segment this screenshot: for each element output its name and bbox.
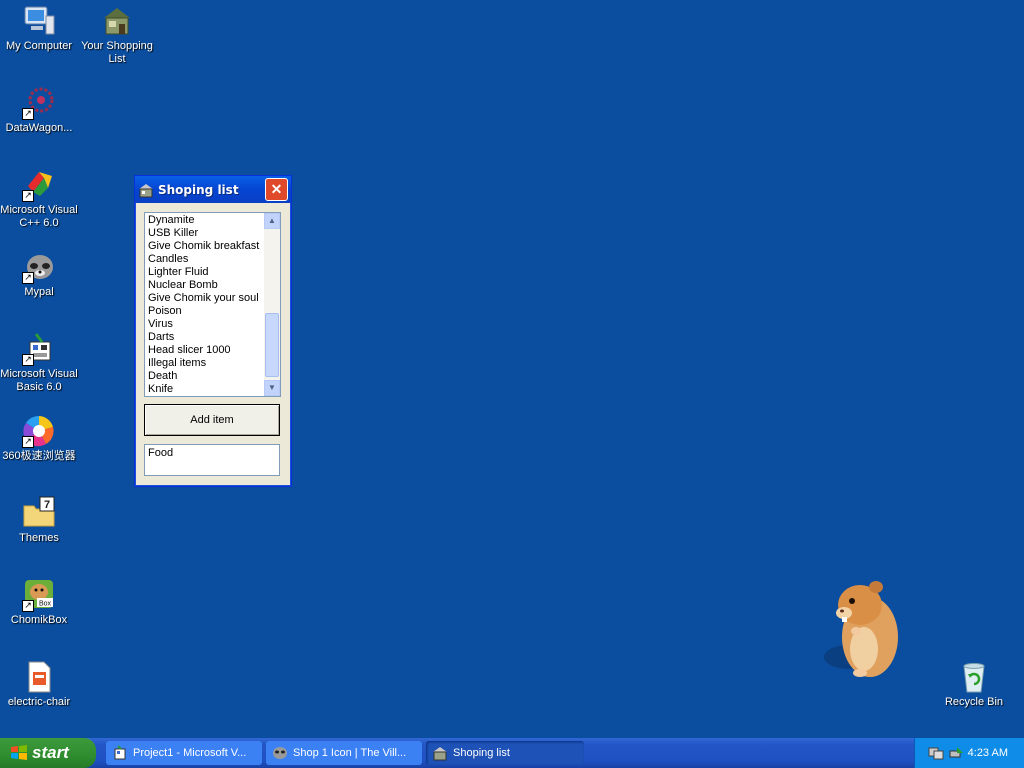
shortcut-arrow-icon: ↗ — [22, 600, 34, 612]
list-item[interactable]: Give Chomik breakfast — [148, 240, 262, 253]
desktop-icon-datawagon[interactable]: ↗ DataWagon... — [0, 86, 78, 135]
desktop-icon-label: Microsoft Visual C++ 6.0 — [0, 204, 78, 229]
shopping-list-items: Dynamite USB Killer Give Chomik breakfas… — [145, 213, 262, 396]
browser-360-icon: ↗ — [22, 414, 56, 448]
taskbar-item-label: Project1 - Microsoft V... — [133, 747, 247, 759]
visual-basic-icon: ↗ — [22, 332, 56, 366]
desktop-icon-my-computer[interactable]: My Computer — [0, 4, 78, 53]
shortcut-arrow-icon: ↗ — [22, 108, 34, 120]
desktop-icon-visual-basic[interactable]: ↗ Microsoft Visual Basic 6.0 — [0, 332, 78, 394]
taskbar-item-label: Shop 1 Icon | The Vill... — [293, 747, 407, 759]
window-titlebar[interactable]: Shoping list ✕ — [135, 176, 291, 203]
taskbar: start Project1 - Microsoft V... Shop 1 I… — [0, 738, 1024, 768]
shopping-list-window: Shoping list ✕ Dynamite USB Killer Give … — [134, 175, 292, 487]
recycle-bin-icon — [957, 660, 991, 694]
svg-text:7: 7 — [44, 499, 50, 511]
desktop-icon-chomikbox[interactable]: Box ↗ ChomikBox — [0, 578, 78, 627]
desktop-icon-electric-chair[interactable]: electric-chair — [0, 660, 78, 709]
list-item[interactable]: Darts — [148, 331, 262, 344]
window-title: Shoping list — [158, 182, 239, 197]
taskbar-item-shop-icon[interactable]: Shop 1 Icon | The Vill... — [266, 741, 422, 765]
app-icon — [138, 182, 154, 198]
vb-project-icon — [112, 745, 128, 761]
listbox-scrollbar[interactable]: ▲ ▼ — [264, 213, 280, 396]
visual-cpp-icon: ↗ — [22, 168, 56, 202]
clock[interactable]: 4:23 AM — [968, 747, 1008, 759]
desktop-icon-label: Themes — [19, 532, 59, 544]
scroll-down-button[interactable]: ▼ — [264, 380, 280, 396]
shop-icon — [432, 745, 448, 761]
shopping-listbox[interactable]: Dynamite USB Killer Give Chomik breakfas… — [144, 212, 281, 397]
raccoon-icon — [272, 745, 288, 761]
close-button[interactable]: ✕ — [265, 178, 288, 201]
shortcut-arrow-icon: ↗ — [22, 272, 34, 284]
taskbar-item-project1[interactable]: Project1 - Microsoft V... — [106, 741, 262, 765]
tray-network-icon[interactable] — [928, 745, 944, 761]
svg-text:Box: Box — [39, 601, 52, 608]
desktop-icon-label: ChomikBox — [10, 614, 68, 626]
desktop-icon-label: electric-chair — [7, 696, 71, 708]
start-button[interactable]: start — [0, 738, 96, 768]
desktop-icon-label: Mypal — [24, 286, 54, 298]
desktop-icon-your-shopping-list[interactable]: Your Shopping List — [78, 4, 156, 66]
shortcut-arrow-icon: ↗ — [22, 190, 34, 202]
list-item[interactable]: Knife — [148, 383, 262, 396]
tray-safely-remove-icon[interactable] — [948, 745, 964, 761]
list-item[interactable]: Virus — [148, 318, 262, 331]
desktop-icon-label: Your Shopping List — [81, 40, 153, 65]
list-item[interactable]: Candles — [148, 253, 262, 266]
taskbar-item-label: Shoping list — [453, 747, 510, 759]
list-item[interactable]: Dynamite — [148, 214, 262, 227]
shortcut-arrow-icon: ↗ — [22, 436, 34, 448]
desktop-icon-label: Microsoft Visual Basic 6.0 — [0, 368, 78, 393]
desktop-icon-themes[interactable]: 7 Themes — [0, 496, 78, 545]
windows-logo-icon — [10, 744, 28, 762]
scroll-up-button[interactable]: ▲ — [264, 213, 280, 229]
chomikbox-icon: Box ↗ — [22, 578, 56, 612]
desktop-icon-mypal[interactable]: ↗ Mypal — [0, 250, 78, 299]
system-tray: 4:23 AM — [914, 738, 1024, 768]
list-item[interactable]: Give Chomik your soul — [148, 292, 262, 305]
desktop-icon-visual-cpp[interactable]: ↗ Microsoft Visual C++ 6.0 — [0, 168, 78, 230]
computer-icon — [22, 4, 56, 38]
list-item[interactable]: Poison — [148, 305, 262, 318]
list-item[interactable]: Illegal items — [148, 357, 262, 370]
desktop-icon-label: 360极速浏览器 — [2, 450, 76, 462]
file-icon — [22, 660, 56, 694]
taskbar-item-shoping-list[interactable]: Shoping list — [426, 741, 584, 765]
list-item[interactable]: Lighter Fluid — [148, 266, 262, 279]
scroll-thumb[interactable] — [265, 313, 279, 377]
list-item[interactable]: Death — [148, 370, 262, 383]
datawagon-icon: ↗ — [22, 86, 56, 120]
list-item[interactable]: Nuclear Bomb — [148, 279, 262, 292]
desktop-icon-360-browser[interactable]: ↗ 360极速浏览器 — [0, 414, 78, 463]
desktop-icon-label: My Computer — [5, 40, 73, 52]
list-item[interactable]: USB Killer — [148, 227, 262, 240]
item-input[interactable]: Food — [144, 444, 280, 476]
add-item-button[interactable]: Add item — [144, 404, 280, 436]
start-label: start — [32, 743, 69, 762]
raccoon-icon: ↗ — [22, 250, 56, 284]
desktop-icon-label: Recycle Bin — [944, 696, 1004, 708]
folder-icon: 7 — [22, 496, 56, 530]
hamster-desktop-pet[interactable] — [818, 575, 904, 683]
desktop-icon-label: DataWagon... — [5, 122, 73, 134]
list-item[interactable]: Head slicer 1000 — [148, 344, 262, 357]
desktop-icon-recycle-bin[interactable]: Recycle Bin — [935, 660, 1013, 709]
shortcut-arrow-icon: ↗ — [22, 354, 34, 366]
shop-icon — [100, 4, 134, 38]
